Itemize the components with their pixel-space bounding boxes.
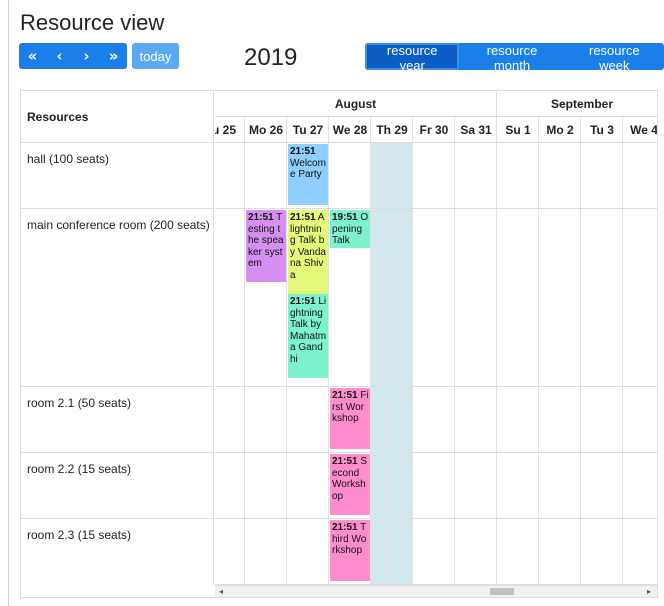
row-gridline: [215, 386, 657, 387]
event-title: Welcome Party: [290, 157, 326, 181]
calendar-event[interactable]: 19:51 Opening Talk: [330, 210, 370, 248]
resource-row: main conference room (200 seats): [21, 209, 214, 387]
nav-button-group: « ‹ › »: [19, 43, 127, 69]
timeline-grid: August September u 25 Mo 26 Tu 27 We 28 Th 2…: [215, 91, 657, 585]
today-button[interactable]: today: [132, 43, 179, 69]
day-gridline: [622, 117, 623, 585]
resource-week-button[interactable]: resource week: [565, 43, 664, 70]
view-switcher: resource year resource month resource we…: [365, 43, 664, 70]
resource-month-button[interactable]: resource month: [459, 43, 564, 70]
day-header: Su 1: [497, 117, 539, 143]
day-gridline: [370, 117, 371, 585]
month-header-september: September: [497, 91, 657, 117]
resource-row: room 2.2 (15 seats): [21, 453, 214, 519]
day-header: Th 29: [371, 117, 413, 143]
calendar-event[interactable]: 21:51 First Workshop: [330, 388, 370, 449]
scroll-right-icon[interactable]: ▸: [647, 587, 651, 596]
day-gridline: [328, 117, 329, 585]
month-header-august: August: [215, 91, 497, 117]
day-header: Tu 3: [581, 117, 623, 143]
event-time: 21:51: [332, 522, 358, 533]
day-gridline: [538, 117, 539, 585]
next-year-button[interactable]: »: [100, 43, 127, 69]
day-header: u 25: [215, 117, 245, 143]
day-gridline: [286, 117, 287, 585]
prev-button[interactable]: ‹: [46, 43, 73, 69]
event-time: 21:51: [290, 146, 316, 157]
day-header: Mo 2: [539, 117, 581, 143]
calendar-title: 2019: [244, 44, 298, 71]
resource-column: Resources hall (100 seats) main conferen…: [21, 91, 214, 585]
scroll-thumb[interactable]: [490, 588, 514, 595]
row-gridline: [215, 208, 657, 209]
event-time: 21:51: [290, 296, 316, 307]
day-gridline: [496, 117, 497, 585]
event-time: 21:51: [290, 212, 316, 223]
next-button[interactable]: ›: [73, 43, 100, 69]
day-gridline: [454, 117, 455, 585]
row-gridline: [215, 518, 657, 519]
row-gridline: [215, 452, 657, 453]
resources-header: Resources: [21, 91, 214, 143]
resource-row: hall (100 seats): [21, 143, 214, 209]
calendar-event[interactable]: 21:51 Third Workshop: [330, 520, 370, 581]
event-time: 19:51: [332, 212, 358, 223]
resource-year-button[interactable]: resource year: [365, 43, 460, 70]
event-time: 21:51: [332, 456, 358, 467]
day-header: We 4: [623, 117, 657, 143]
prev-year-button[interactable]: «: [19, 43, 46, 69]
horizontal-scrollbar[interactable]: ◂ ▸: [215, 585, 657, 597]
day-gridline: [412, 117, 413, 585]
resource-row: room 2.1 (50 seats): [21, 387, 214, 453]
day-header: Sa 31: [455, 117, 497, 143]
event-time: 21:51: [248, 212, 274, 223]
page-title: Resource view: [20, 10, 165, 35]
day-header: Mo 26: [245, 117, 287, 143]
calendar-event[interactable]: 21:51 Welcome Party: [288, 144, 328, 205]
day-header: Tu 27: [287, 117, 329, 143]
calendar-event[interactable]: 21:51 Testing the speaker system: [246, 210, 286, 282]
event-time: 21:51: [332, 390, 358, 401]
scroll-left-icon[interactable]: ◂: [219, 587, 223, 596]
calendar-event[interactable]: 21:51 Second Workshop: [330, 454, 370, 515]
day-gridline: [244, 117, 245, 585]
calendar-event[interactable]: 21:51 A lightning Talk by Vandana Shiva: [288, 210, 328, 294]
day-header: Fr 30: [413, 117, 455, 143]
calendar-event[interactable]: 21:51 Lightning Talk by Mahatma Gandhi: [288, 294, 328, 378]
day-gridline: [580, 117, 581, 585]
resource-row: room 2.3 (15 seats): [27, 528, 132, 542]
resource-calendar: Resources hall (100 seats) main conferen…: [20, 90, 658, 598]
day-header: We 28: [329, 117, 371, 143]
